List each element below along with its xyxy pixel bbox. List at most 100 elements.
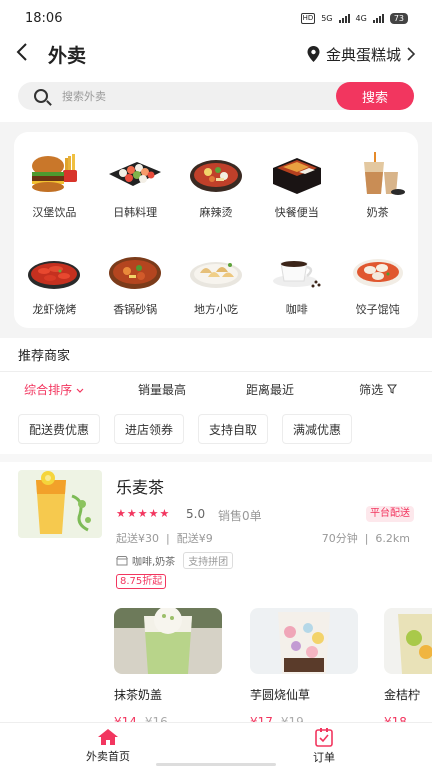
cuisine-label: 咖啡,奶茶: [132, 557, 176, 568]
category-local-snacks[interactable]: 地方小吃: [176, 249, 257, 328]
sort-bar: 综合排序 销量最高 距离最近 筛选: [0, 372, 432, 406]
order-icon: [315, 727, 333, 747]
section-title: 推荐商家: [0, 338, 432, 372]
category-burger[interactable]: 汉堡饮品: [14, 152, 95, 231]
item-name: 抹茶奶盖: [114, 688, 163, 702]
item-photo: [384, 608, 432, 674]
signal-icon: [372, 13, 384, 23]
shop-distance: 6.2km: [375, 532, 410, 545]
category-crayfish[interactable]: 龙虾烧烤: [14, 249, 95, 328]
item-photo: [114, 608, 222, 674]
hd-icon: HD: [300, 12, 316, 24]
location-label: 金典蛋糕城: [325, 45, 401, 64]
shop-sales: 销售0单: [218, 509, 262, 523]
rating-stars: ★ ★ ★ ★ ★: [116, 507, 170, 520]
bottom-nav: 外卖首页 订单: [0, 722, 432, 768]
category-label: 奶茶: [366, 206, 389, 219]
back-icon[interactable]: [16, 42, 36, 66]
sushi-icon: [107, 152, 163, 196]
location-selector[interactable]: 金典蛋糕城: [307, 44, 416, 65]
wonton-icon: [350, 249, 406, 293]
filter-label: 筛选: [359, 382, 384, 397]
home-indicator: [156, 763, 276, 766]
header: 外卖 金典蛋糕城: [0, 36, 432, 72]
shop-card[interactable]: 乐麦茶 ★ ★ ★ ★ ★ 5.0 销售0单 平台配送 起送¥30 | 配送¥9 70分…: [0, 454, 432, 728]
sort-comprehensive[interactable]: 综合排序: [0, 381, 108, 398]
signal-icon: [338, 13, 350, 23]
net2-label: 4G: [355, 13, 367, 23]
menu-item[interactable]: 芋圆烧仙草 ¥17¥19: [250, 608, 358, 728]
item-photo: [250, 608, 358, 674]
search-icon: [34, 89, 48, 103]
chip-pickup[interactable]: 支持自取: [198, 414, 269, 444]
malatang-icon: [188, 152, 244, 196]
sort-label: 综合排序: [24, 382, 73, 397]
chip-store-coupon[interactable]: 进店领券: [114, 414, 185, 444]
burger-icon: [26, 152, 82, 196]
min-order: 起送¥30: [116, 532, 159, 545]
sort-sales[interactable]: 销量最高: [108, 381, 216, 398]
shop-name: 乐麦茶: [116, 478, 165, 497]
bento-icon: [269, 152, 325, 196]
shop-logo: [18, 470, 102, 538]
page-title: 外卖: [48, 44, 87, 67]
chip-delivery-discount[interactable]: 配送费优惠: [18, 414, 101, 444]
status-icons: HD 5G 4G 73: [300, 12, 408, 24]
status-bar: 18:06 HD 5G 4G 73: [0, 0, 432, 36]
filter-chips: 配送费优惠 进店领券 支持自取 满减优惠: [0, 406, 432, 454]
search-button[interactable]: 搜索: [336, 82, 414, 110]
category-label: 地方小吃: [193, 303, 238, 316]
delivery-badge: 平台配送: [366, 506, 414, 522]
tab-home[interactable]: 外卖首页: [0, 723, 216, 768]
home-icon: [98, 728, 118, 745]
merchant-section: 推荐商家 综合排序 销量最高 距离最近 筛选 配送费优惠 进店领券 支持自取 满…: [0, 338, 432, 728]
dumpling-plate-icon: [188, 249, 244, 293]
delivery-fee: 配送¥9: [176, 532, 213, 545]
tab-orders[interactable]: 订单: [216, 723, 432, 768]
category-label: 香锅砂锅: [113, 303, 158, 316]
category-milk-tea[interactable]: 奶茶: [337, 152, 418, 231]
discount-tag: 8.75折起: [116, 574, 167, 589]
category-label: 日韩料理: [113, 206, 158, 219]
milk-tea-icon: [350, 152, 406, 196]
chevron-right-icon: [407, 47, 416, 61]
category-hotpot[interactable]: 香锅砂锅: [95, 249, 176, 328]
sort-filter[interactable]: 筛选: [324, 381, 432, 398]
hotpot-icon: [107, 249, 163, 293]
status-time: 18:06: [25, 10, 63, 26]
category-label: 咖啡: [285, 303, 308, 316]
sort-distance[interactable]: 距离最近: [216, 381, 324, 398]
category-malatang[interactable]: 麻辣烫: [176, 152, 257, 231]
delivery-time: 70分钟: [321, 532, 358, 545]
category-coffee[interactable]: 咖啡: [256, 249, 337, 328]
chevron-down-icon: [76, 388, 84, 393]
category-bento[interactable]: 快餐便当: [256, 152, 337, 231]
item-name: 芋圆烧仙草: [250, 688, 311, 702]
battery-icon: 73: [389, 12, 408, 24]
chip-full-reduction[interactable]: 满减优惠: [282, 414, 353, 444]
shop-eta: 70分钟 | 6.2km: [321, 532, 410, 545]
category-label: 麻辣烫: [199, 206, 233, 219]
search-box[interactable]: 搜索外卖 搜索: [18, 82, 414, 110]
category-grid: 汉堡饮品 日韩料理 麻辣烫 快餐便当 奶茶 龙虾烧烤 香锅砂锅 地方小吃 咖啡 …: [14, 132, 418, 328]
coffee-icon: [269, 249, 325, 293]
group-buy-tag: 支持拼团: [183, 552, 234, 569]
location-pin-icon: [307, 46, 320, 62]
shop-items: 抹茶奶盖 ¥14¥16 芋圆烧仙草 ¥17¥19 金桔柠 ¥18: [114, 608, 432, 728]
category-label: 快餐便当: [274, 206, 319, 219]
shop-rating: 5.0: [186, 507, 206, 521]
menu-item[interactable]: 抹茶奶盖 ¥14¥16: [114, 608, 222, 728]
category-sushi[interactable]: 日韩料理: [95, 152, 176, 231]
shop-fees: 起送¥30 | 配送¥9: [116, 532, 213, 545]
item-name: 金桔柠: [384, 688, 421, 702]
category-label: 龙虾烧烤: [32, 303, 77, 316]
filter-icon: [386, 384, 397, 394]
search-area: 搜索外卖 搜索: [0, 72, 432, 122]
category-label: 汉堡饮品: [32, 206, 77, 219]
tab-label: 外卖首页: [86, 749, 130, 763]
shop-cuisine: 咖啡,奶茶 支持拼团: [116, 552, 234, 569]
menu-item[interactable]: 金桔柠 ¥18: [384, 608, 432, 728]
search-input[interactable]: 搜索外卖: [62, 88, 106, 104]
category-wonton[interactable]: 饺子馄饨: [337, 249, 418, 328]
store-icon: [116, 555, 128, 565]
